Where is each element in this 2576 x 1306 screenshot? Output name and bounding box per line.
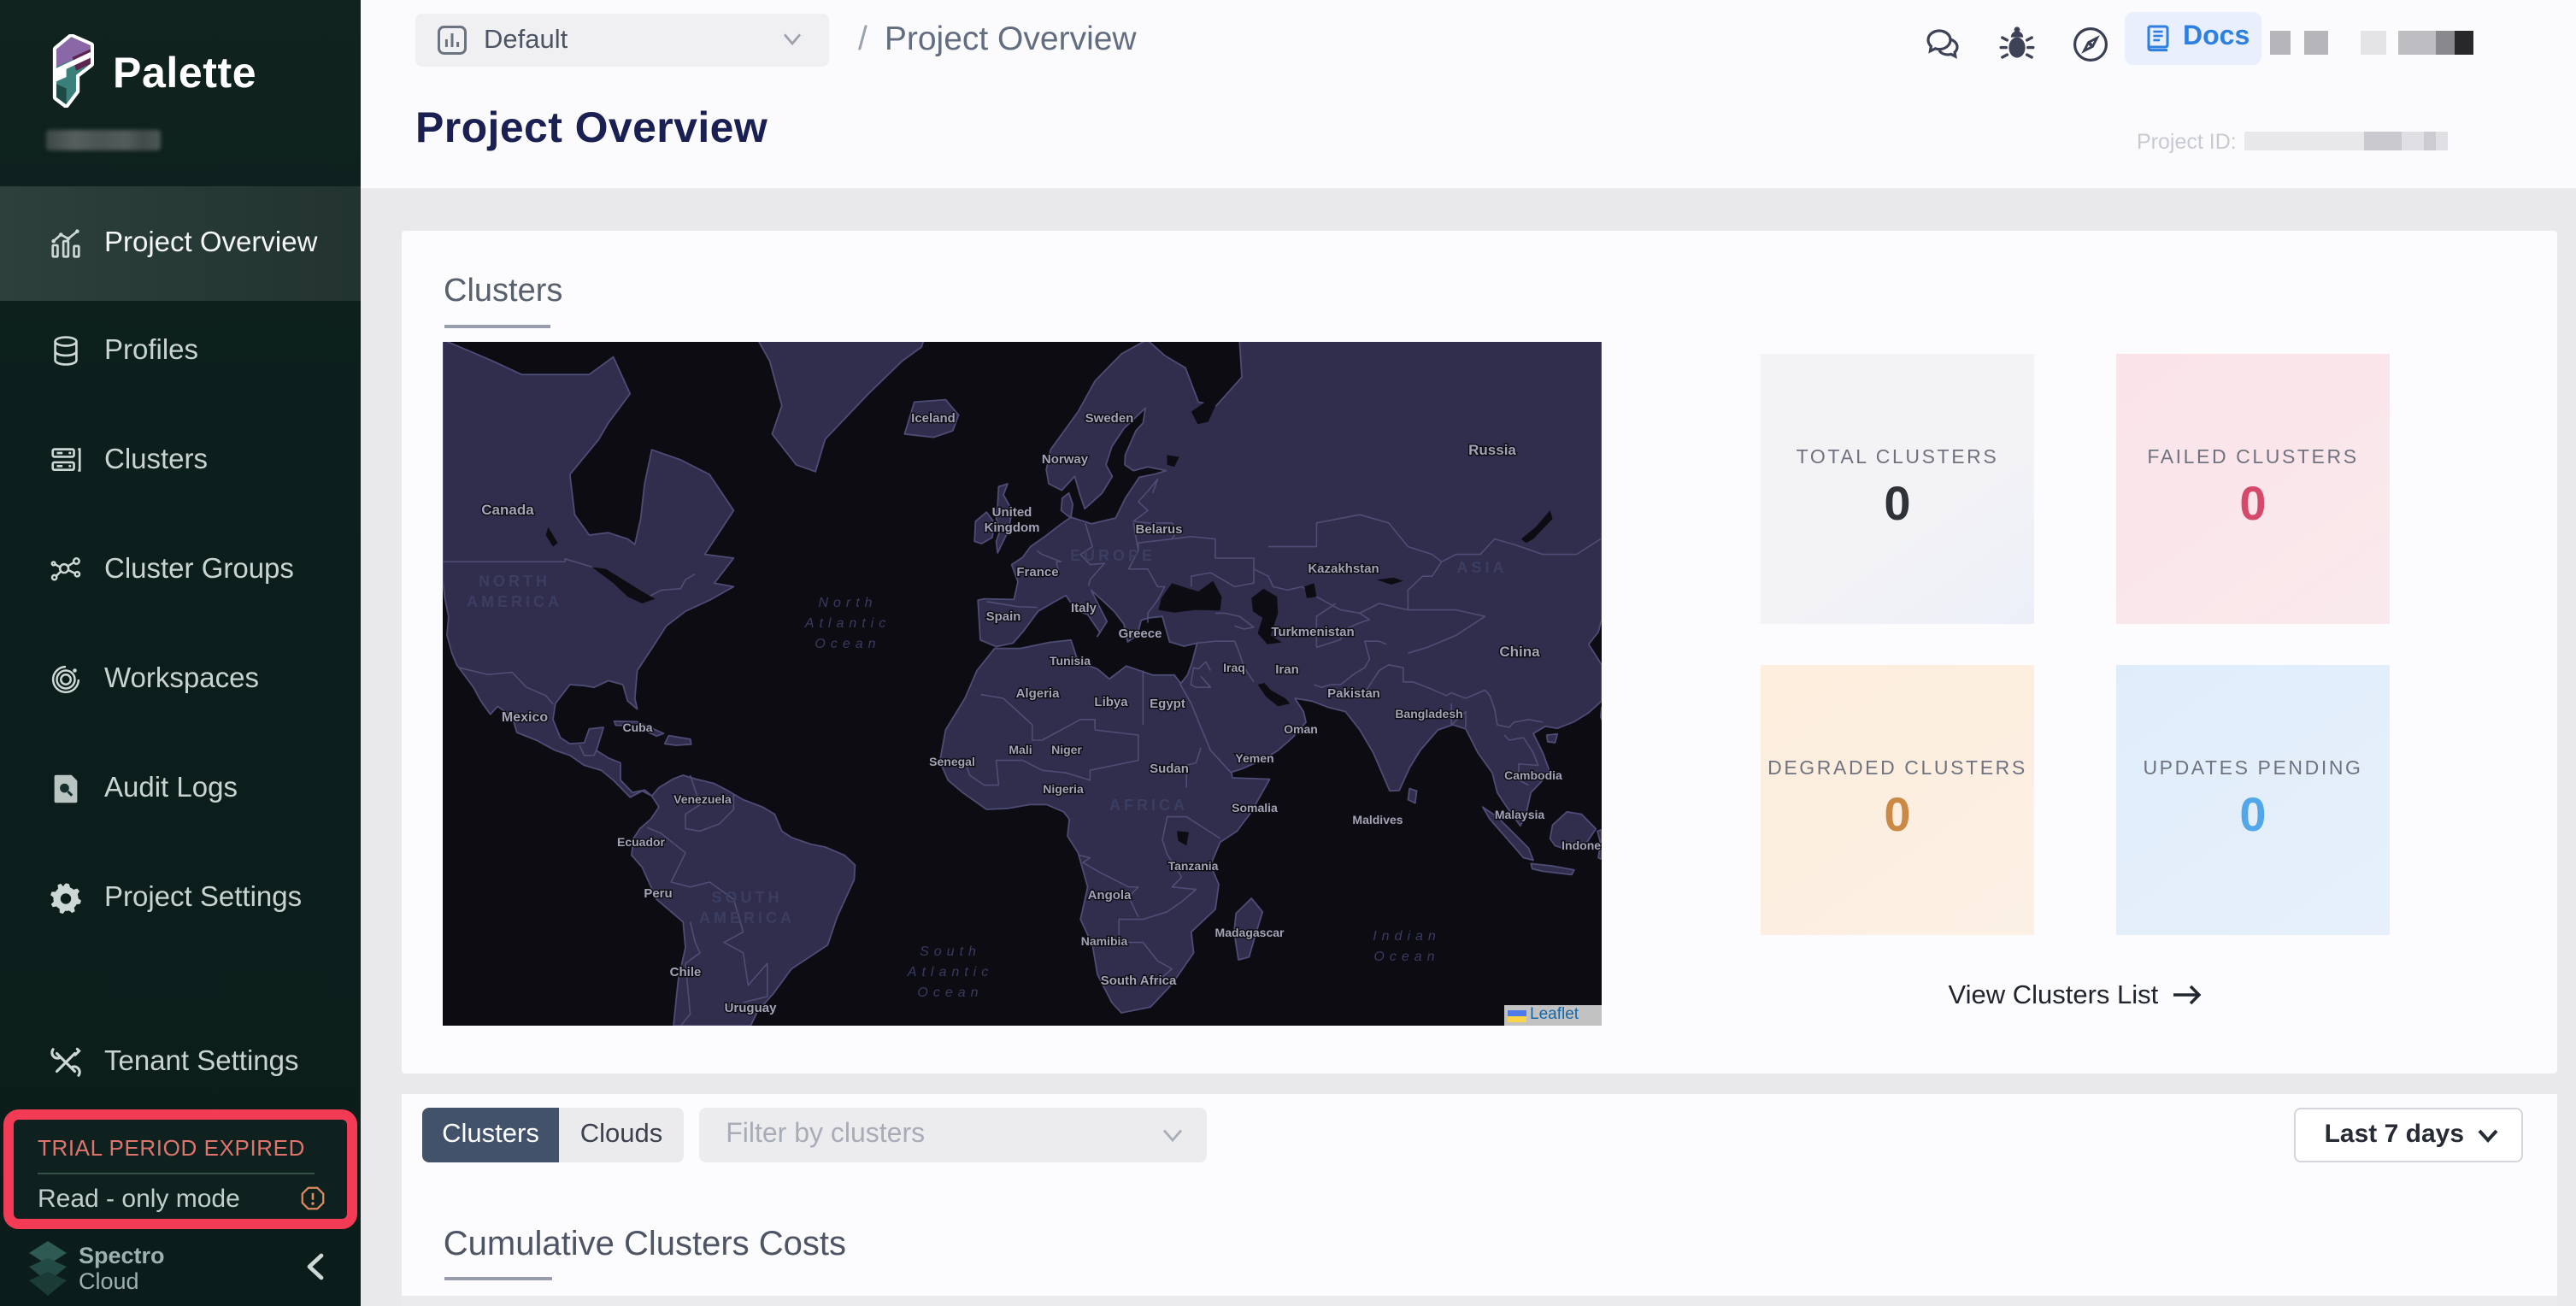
- svg-text:Bangladesh: Bangladesh: [1396, 707, 1463, 721]
- svg-text:Atlantic: Atlantic: [907, 965, 993, 980]
- svg-text:EUROPE: EUROPE: [1071, 547, 1156, 564]
- svg-text:AFRICA: AFRICA: [1110, 797, 1189, 814]
- svg-text:Maldives: Maldives: [1353, 813, 1403, 827]
- svg-text:Madagascar: Madagascar: [1215, 926, 1285, 939]
- svg-text:Ocean: Ocean: [918, 985, 984, 1000]
- svg-text:Indones: Indones: [1562, 838, 1603, 852]
- svg-text:Indian: Indian: [1373, 929, 1442, 944]
- svg-text:Oman: Oman: [1285, 722, 1319, 736]
- svg-text:Italy: Italy: [1072, 601, 1098, 615]
- svg-text:Kazakhstan: Kazakhstan: [1309, 562, 1379, 576]
- svg-text:Norway: Norway: [1043, 452, 1090, 467]
- svg-text:Egypt: Egypt: [1150, 697, 1186, 711]
- svg-text:Sweden: Sweden: [1085, 411, 1134, 426]
- svg-text:Turkmenistan: Turkmenistan: [1272, 625, 1355, 639]
- svg-text:Senegal: Senegal: [930, 755, 976, 768]
- svg-text:Tanzania: Tanzania: [1168, 859, 1219, 873]
- svg-text:Yemen: Yemen: [1236, 751, 1274, 765]
- svg-text:Somalia: Somalia: [1232, 801, 1279, 815]
- svg-text:Malaysia: Malaysia: [1495, 808, 1545, 821]
- svg-text:South Africa: South Africa: [1101, 974, 1177, 988]
- svg-text:Sudan: Sudan: [1150, 762, 1190, 776]
- svg-text:Pakistan: Pakistan: [1328, 686, 1381, 701]
- svg-text:Russia: Russia: [1469, 442, 1517, 458]
- svg-text:Mexico: Mexico: [502, 710, 548, 725]
- svg-text:Spain: Spain: [986, 609, 1021, 624]
- svg-text:NORTH: NORTH: [479, 573, 551, 590]
- svg-text:South: South: [920, 944, 982, 959]
- svg-text:Niger: Niger: [1052, 743, 1083, 756]
- svg-text:Iceland: Iceland: [912, 411, 956, 426]
- svg-text:AMERICA: AMERICA: [468, 593, 563, 610]
- svg-text:Canada: Canada: [482, 502, 535, 518]
- svg-text:Ocean: Ocean: [1374, 950, 1440, 964]
- svg-text:Cuba: Cuba: [623, 721, 653, 734]
- svg-text:United: United: [992, 505, 1032, 520]
- svg-text:China: China: [1500, 644, 1541, 660]
- svg-text:Greece: Greece: [1119, 627, 1162, 641]
- svg-text:Cambodia: Cambodia: [1505, 768, 1563, 782]
- svg-text:Libya: Libya: [1095, 695, 1129, 709]
- svg-text:AMERICA: AMERICA: [700, 909, 796, 927]
- svg-text:Ocean: Ocean: [815, 637, 881, 651]
- svg-text:North: North: [819, 596, 878, 610]
- svg-text:Algeria: Algeria: [1016, 686, 1061, 701]
- svg-text:SOUTH: SOUTH: [712, 889, 783, 906]
- svg-text:France: France: [1017, 565, 1059, 579]
- svg-text:Iran: Iran: [1276, 662, 1300, 677]
- svg-text:Ecuador: Ecuador: [618, 835, 667, 849]
- svg-text:Tunisia: Tunisia: [1050, 654, 1091, 668]
- svg-text:Namibia: Namibia: [1081, 934, 1128, 948]
- svg-text:Belarus: Belarus: [1136, 522, 1183, 537]
- svg-text:Peru: Peru: [644, 886, 673, 901]
- svg-text:Mali: Mali: [1009, 743, 1032, 756]
- svg-text:Chile: Chile: [670, 965, 702, 980]
- svg-text:Kingdom: Kingdom: [985, 521, 1040, 535]
- svg-text:Venezuela: Venezuela: [674, 792, 732, 806]
- svg-text:Angola: Angola: [1088, 888, 1132, 903]
- svg-text:Uruguay: Uruguay: [725, 1001, 778, 1015]
- svg-text:ASIA: ASIA: [1457, 559, 1508, 576]
- svg-text:Nigeria: Nigeria: [1044, 782, 1085, 796]
- svg-text:Atlantic: Atlantic: [804, 616, 891, 631]
- svg-text:Iraq: Iraq: [1224, 661, 1246, 674]
